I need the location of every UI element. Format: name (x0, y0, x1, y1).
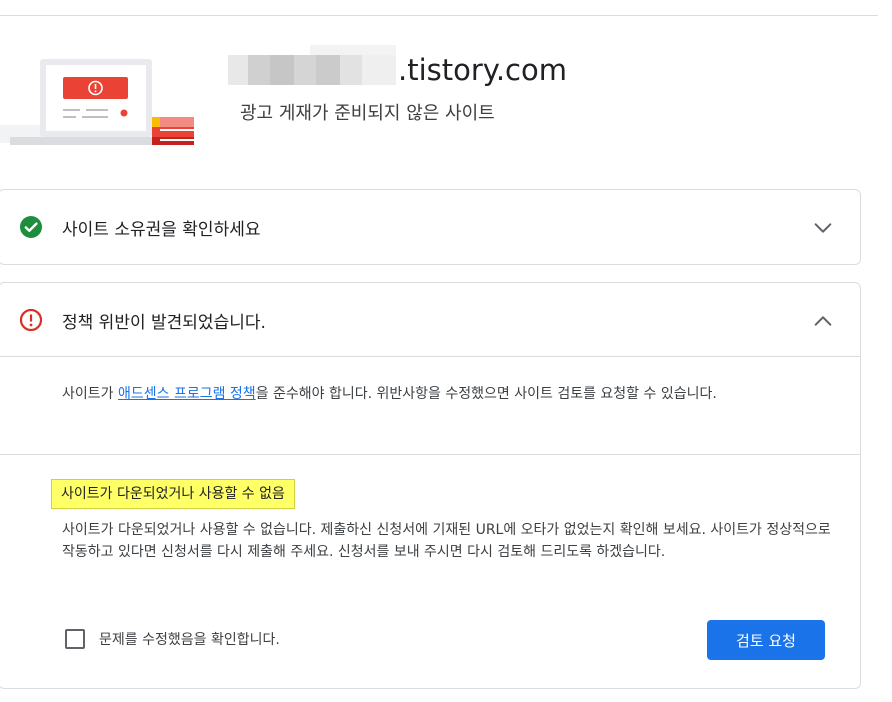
issue-label: 사이트가 다운되었거나 사용할 수 없음 (51, 479, 295, 509)
description-prefix: 사이트가 (62, 386, 118, 402)
header-divider (0, 356, 860, 357)
chevron-down-icon[interactable] (812, 217, 834, 239)
site-status: 광고 게재가 준비되지 않은 사이트 (240, 103, 495, 124)
content-divider (0, 454, 860, 455)
policy-header[interactable]: 정책 위반이 발견되었습니다. (0, 283, 860, 357)
site-domain: .tistory.com (398, 53, 567, 87)
check-circle-icon (20, 216, 42, 238)
site-illustration (0, 59, 194, 145)
confirm-checkbox[interactable] (65, 629, 85, 649)
chevron-up-icon[interactable] (812, 310, 834, 332)
blurred-domain-prefix (228, 45, 396, 85)
ownership-title: 사이트 소유권을 확인하세요 (62, 219, 261, 240)
error-circle-icon (19, 308, 43, 332)
adsense-policy-link[interactable]: 애드센스 프로그램 정책 (118, 386, 256, 402)
confirm-label: 문제를 수정했음을 확인합니다. (99, 632, 280, 648)
description-suffix: 을 준수해야 합니다. 위반사항을 수정했으면 사이트 검토를 요청할 수 있습… (255, 386, 717, 402)
policy-violation-section: 정책 위반이 발견되었습니다. 사이트가 애드센스 프로그램 정책을 준수해야 … (0, 282, 861, 689)
confirm-fix[interactable]: 문제를 수정했음을 확인합니다. (65, 629, 280, 649)
ownership-section: 사이트 소유권을 확인하세요 (0, 189, 861, 265)
top-divider (0, 15, 878, 16)
site-name: .tistory.com (228, 45, 567, 90)
policy-description: 사이트가 애드센스 프로그램 정책을 준수해야 합니다. 위반사항을 수정했으면… (62, 383, 832, 405)
request-review-button[interactable]: 검토 요청 (707, 620, 825, 660)
ownership-header[interactable]: 사이트 소유권을 확인하세요 (0, 190, 860, 264)
issue-description: 사이트가 다운되었거나 사용할 수 없습니다. 제출하신 신청서에 기재된 UR… (62, 522, 831, 560)
policy-title: 정책 위반이 발견되었습니다. (62, 312, 266, 333)
